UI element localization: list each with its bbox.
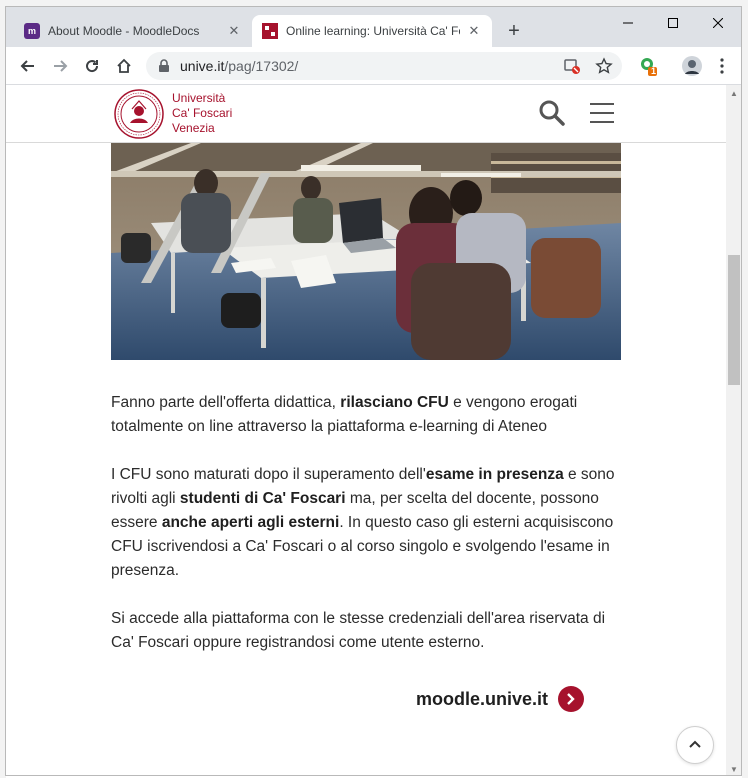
lock-icon (159, 59, 169, 72)
blocked-content-icon[interactable] (558, 52, 586, 80)
page-scrollbar[interactable]: ▲ ▼ (726, 85, 741, 775)
hero-image (111, 143, 621, 360)
page-content: Fanno parte dell'offerta didattica, rila… (111, 391, 621, 679)
reload-button[interactable] (78, 52, 106, 80)
extension-badge: 1 (651, 66, 657, 76)
p2-bold-studenti: studenti di Ca' Foscari (179, 490, 346, 507)
hamburger-menu-icon[interactable] (588, 101, 616, 125)
background-window-edge-right (742, 0, 748, 778)
site-header: Università Ca' Foscari Venezia (6, 85, 726, 143)
minimize-window-button[interactable] (606, 11, 650, 35)
arrow-left-icon (20, 60, 34, 72)
paragraph-cfu: I CFU sono maturati dopo il superamento … (111, 463, 621, 583)
chevron-up-icon (689, 740, 701, 748)
address-bar[interactable]: unive.it/pag/17302/ (146, 52, 622, 80)
paragraph-accesso: Si accede alla piattaforma con le stesse… (111, 610, 606, 651)
arrow-right-icon (54, 60, 68, 72)
url-host: unive.it (180, 58, 225, 74)
url-text: unive.it/pag/17302/ (180, 58, 298, 74)
new-tab-button[interactable]: + (502, 19, 526, 43)
tab-online-learning[interactable]: Online learning: Università Ca' Fo ✕ (252, 15, 492, 47)
moodle-link[interactable]: moodle.unive.it (416, 686, 585, 712)
tab-title: About Moodle - MoodleDocs (48, 24, 200, 38)
profile-avatar[interactable] (678, 52, 706, 80)
browser-window: m About Moodle - MoodleDocs ✕ Online lea… (5, 6, 742, 776)
p2-bold-esterni: anche aperti agli esterni (161, 514, 340, 531)
close-tab-icon[interactable]: ✕ (466, 23, 482, 39)
moodle-icon: m (24, 23, 40, 39)
logo-line-3: Venezia (172, 121, 215, 135)
browser-toolbar: unive.it/pag/17302/ 1 (6, 47, 741, 85)
paragraph-offerta: Fanno parte dell'offerta didattica, rila… (111, 391, 621, 439)
p2-bold-esame: esame in presenza (425, 466, 564, 483)
tab-moodle-docs[interactable]: m About Moodle - MoodleDocs ✕ (14, 15, 252, 47)
page-viewport: Università Ca' Foscari Venezia Fanno par… (6, 85, 726, 775)
p1-text: Fanno parte dell'offerta didattica, (111, 394, 341, 411)
home-button[interactable] (110, 52, 138, 80)
university-seal-logo[interactable] (114, 89, 164, 139)
forward-button[interactable] (46, 52, 74, 80)
more-menu-icon[interactable] (708, 52, 736, 80)
logo-line-1: Università (172, 91, 226, 105)
extension-icon[interactable]: 1 (634, 52, 662, 80)
p2-text: I CFU sono maturati dopo il superamento … (111, 466, 426, 483)
moodle-link-label[interactable]: moodle.unive.it (416, 689, 548, 710)
scroll-up-arrow-icon[interactable]: ▲ (726, 85, 741, 101)
unive-icon (262, 23, 278, 39)
logo-line-2: Ca' Foscari (172, 106, 233, 120)
university-logo-text[interactable]: Università Ca' Foscari Venezia (172, 91, 232, 136)
search-icon[interactable] (538, 99, 566, 127)
home-icon (117, 58, 131, 73)
scrollbar-thumb[interactable] (728, 255, 740, 385)
chevron-right-icon[interactable] (558, 686, 585, 712)
back-button[interactable] (14, 52, 42, 80)
tab-title: Online learning: Università Ca' Fo (286, 24, 460, 38)
reload-icon (86, 60, 99, 73)
maximize-window-button[interactable] (651, 11, 695, 35)
close-window-button[interactable] (696, 11, 740, 35)
close-tab-icon[interactable]: ✕ (226, 23, 242, 39)
library-photo (111, 143, 621, 360)
url-path: /pag/17302/ (224, 58, 299, 74)
scroll-down-arrow-icon[interactable]: ▼ (726, 761, 741, 775)
p1-bold: rilasciano CFU (340, 394, 449, 411)
tab-strip: m About Moodle - MoodleDocs ✕ Online lea… (6, 7, 741, 47)
bookmark-star-icon[interactable] (590, 52, 618, 80)
scroll-to-top-button[interactable] (676, 726, 714, 764)
